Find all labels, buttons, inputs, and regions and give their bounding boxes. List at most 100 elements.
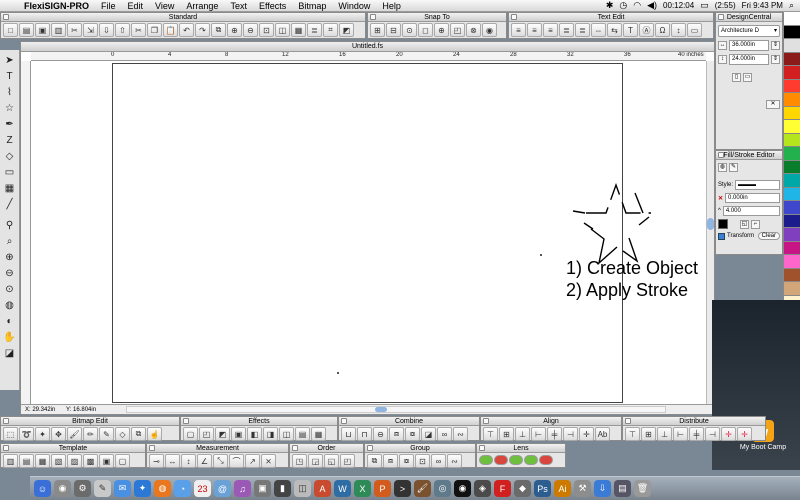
disk-utility-icon[interactable]: ◎	[434, 480, 451, 497]
zoom-fit-tool-icon[interactable]: ⊙	[2, 282, 18, 297]
lens-4-icon[interactable]	[524, 455, 538, 465]
dimension-v-icon[interactable]: ↕	[181, 454, 196, 468]
align-right-obj-icon[interactable]: ⊣	[563, 427, 578, 441]
word-icon[interactable]: W	[334, 480, 351, 497]
color-swatch[interactable]	[784, 79, 800, 93]
text-wrap-icon[interactable]: ⇆	[607, 23, 622, 37]
vertical-text-icon[interactable]: ↕	[671, 23, 686, 37]
hand-tool-icon[interactable]: ✋	[2, 330, 18, 345]
menu-edit[interactable]: Edit	[122, 1, 150, 11]
horizontal-ruler[interactable]: 0 4 8 12 16 20 24 28 32 36 40 inches	[31, 52, 706, 61]
template-3-icon[interactable]: ▦	[35, 454, 50, 468]
print-button[interactable]: ▥	[51, 23, 66, 37]
align-bottom-icon[interactable]: ⊥	[515, 427, 530, 441]
subtract-icon[interactable]: ⊖	[373, 427, 388, 441]
distribute-space-v-icon[interactable]: ✛	[737, 427, 752, 441]
dimension-point-icon[interactable]: ⨯	[261, 454, 276, 468]
move-pixels-icon[interactable]: ✥	[51, 427, 66, 441]
zigzag-tool-icon[interactable]: Z	[2, 133, 18, 148]
lens-3-icon[interactable]	[509, 455, 523, 465]
page-options-icon[interactable]: ✕	[766, 100, 780, 109]
group-icon[interactable]: ⧉	[367, 454, 382, 468]
volume-icon[interactable]: ◀)	[647, 0, 657, 11]
align-text-baseline-icon[interactable]: Ab	[595, 427, 610, 441]
no-stroke-icon[interactable]: ✕	[718, 195, 723, 202]
close-icon[interactable]	[3, 418, 9, 424]
bluetooth-icon[interactable]: ✱	[606, 0, 614, 11]
menu-help[interactable]: Help	[376, 1, 407, 11]
acrobat-icon[interactable]: A	[314, 480, 331, 497]
app-menu[interactable]: FlexiSIGN-PRO	[18, 1, 95, 11]
weed-button[interactable]: ⌗	[323, 23, 338, 37]
wifi-icon[interactable]: ◠	[633, 0, 641, 11]
color-swatch[interactable]	[784, 282, 800, 296]
clone-icon[interactable]: ⧉	[131, 427, 146, 441]
illustrator-icon[interactable]: Ai	[554, 480, 571, 497]
color-swatch[interactable]	[784, 106, 800, 120]
new-document-button[interactable]: □	[3, 23, 18, 37]
align-right-icon[interactable]: ≡	[543, 23, 558, 37]
terminal-icon[interactable]: >	[394, 480, 411, 497]
close-icon[interactable]	[183, 418, 189, 424]
template-6-icon[interactable]: ▩	[83, 454, 98, 468]
close-icon[interactable]	[292, 445, 298, 451]
inline-icon[interactable]: ▣	[231, 427, 246, 441]
color-swatch[interactable]	[784, 39, 800, 53]
mail-icon[interactable]: ✉	[114, 480, 131, 497]
excel-icon[interactable]: X	[354, 480, 371, 497]
color-swatch[interactable]	[784, 214, 800, 228]
time-machine-icon[interactable]: ◷	[619, 0, 627, 11]
send-back-icon[interactable]: ◰	[340, 454, 355, 468]
outline-icon[interactable]: ▢	[183, 427, 198, 441]
airbrush-icon[interactable]: ✎	[99, 427, 114, 441]
stroke-cap-icon[interactable]: ⌐	[751, 219, 760, 229]
portrait-icon[interactable]: ▯	[732, 73, 741, 82]
app-icon[interactable]: ◆	[514, 480, 531, 497]
iphoto-icon[interactable]: ▣	[254, 480, 271, 497]
lens-1-icon[interactable]	[479, 455, 493, 465]
stroke-join-icon[interactable]: ◱	[740, 219, 749, 229]
template-2-icon[interactable]: ▤	[19, 454, 34, 468]
pencil-icon[interactable]: ✏	[83, 427, 98, 441]
color-swatch[interactable]	[784, 174, 800, 188]
align-vcenter-icon[interactable]: ⊞	[499, 427, 514, 441]
camera-icon[interactable]: ◉	[454, 480, 471, 497]
cut-button[interactable]: ✂	[131, 23, 146, 37]
justify-icon[interactable]: ≣	[559, 23, 574, 37]
shape-tool-icon[interactable]: ☆	[2, 101, 18, 116]
copy-button[interactable]: ❐	[147, 23, 162, 37]
snap-eye-button[interactable]: ◉	[482, 23, 497, 37]
itunes-icon[interactable]: ♫	[234, 480, 251, 497]
finder-icon[interactable]: ☺	[34, 480, 51, 497]
snap-margin-button[interactable]: ◰	[450, 23, 465, 37]
save-button[interactable]: ▣	[35, 23, 50, 37]
drawing-canvas[interactable]: 1) Create Object 2) Apply Stroke	[31, 61, 706, 404]
zoom-in-button[interactable]: ⊕	[227, 23, 242, 37]
horizontal-scroll-thumb[interactable]	[375, 407, 387, 412]
address-book-icon[interactable]: @	[214, 480, 231, 497]
flexi-icon[interactable]: F	[494, 480, 511, 497]
distribute-left-icon[interactable]: ⊢	[673, 427, 688, 441]
intersect-icon[interactable]: ⊓	[357, 427, 372, 441]
snap-grid-button[interactable]: ⊞	[370, 23, 385, 37]
vmware-icon[interactable]: ◈	[474, 480, 491, 497]
template-7-icon[interactable]: ▣	[99, 454, 114, 468]
color-swatch[interactable]	[784, 133, 800, 147]
align-center-page-icon[interactable]: ✛	[579, 427, 594, 441]
measure-icon[interactable]: ⊸	[149, 454, 164, 468]
template-4-icon[interactable]: ▧	[51, 454, 66, 468]
dimension-diag-icon[interactable]: ⤡	[213, 454, 228, 468]
width-field[interactable]: 36.000in	[729, 40, 769, 51]
height-stepper[interactable]: ⇕	[771, 55, 780, 64]
menu-text[interactable]: Text	[224, 1, 253, 11]
snap-center-button[interactable]: ⊕	[434, 23, 449, 37]
ical-icon[interactable]: 23	[194, 480, 211, 497]
text-tool-icon[interactable]: T	[2, 69, 18, 84]
table-tool-icon[interactable]: ▦	[2, 181, 18, 196]
distribute-top-icon[interactable]: ⊤	[625, 427, 640, 441]
kern-icon[interactable]: ⇔	[591, 23, 606, 37]
color-swatch[interactable]	[784, 160, 800, 174]
align-left-icon[interactable]: ≡	[511, 23, 526, 37]
page-preset-select[interactable]: Architecture D	[718, 25, 780, 37]
color-swatch[interactable]	[784, 66, 800, 80]
